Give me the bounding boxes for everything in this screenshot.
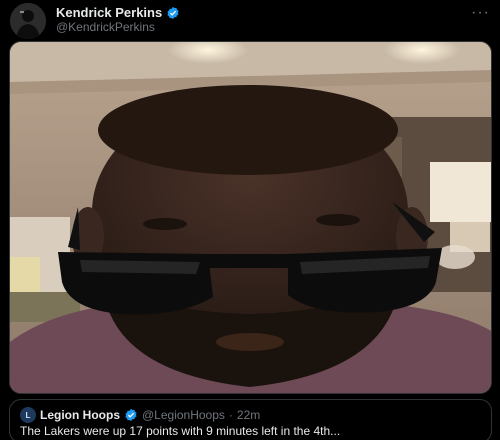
- quoted-timestamp[interactable]: 22m: [237, 408, 260, 422]
- more-horizontal-icon[interactable]: ···: [471, 4, 490, 22]
- quoted-author-avatar[interactable]: L: [20, 407, 36, 423]
- verified-badge-icon: [167, 6, 179, 19]
- author-avatar[interactable]: [10, 3, 46, 39]
- avatar-silhouette-icon: [10, 3, 46, 39]
- verified-badge-icon: [125, 408, 137, 422]
- quoted-author-handle[interactable]: @LegionHoops: [142, 408, 225, 422]
- tweet-media-image[interactable]: [9, 41, 492, 394]
- author-handle[interactable]: @KendrickPerkins: [56, 20, 155, 34]
- quoted-author-name[interactable]: Legion Hoops: [40, 408, 120, 422]
- selfie-photo: [10, 42, 491, 393]
- quoted-tweet-text: The Lakers were up 17 points with 9 minu…: [20, 424, 341, 438]
- tweet-header: Kendrick Perkins @KendrickPerkins ···: [0, 0, 500, 40]
- separator-dot: ·: [228, 408, 233, 422]
- legion-hoops-logo-icon: L: [25, 410, 31, 420]
- author-display-name[interactable]: Kendrick Perkins: [56, 5, 162, 20]
- quoted-tweet[interactable]: L Legion Hoops @LegionHoops · 22m The La…: [9, 399, 492, 440]
